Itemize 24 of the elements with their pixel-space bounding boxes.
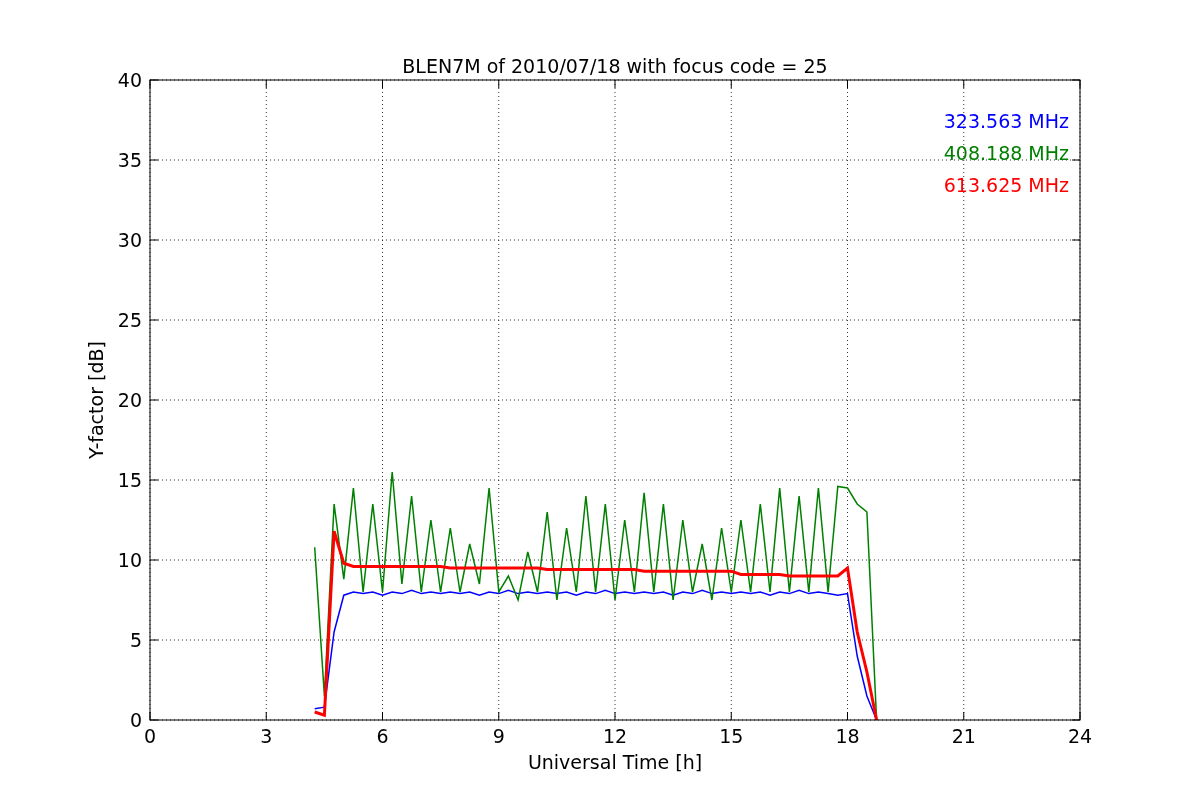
legend-label: 323.563 MHz: [943, 110, 1069, 132]
tick-label: 5: [129, 629, 142, 651]
tick-label: 18: [835, 725, 860, 747]
tick-label: 9: [492, 725, 505, 747]
tick-label: 0: [129, 709, 142, 731]
x-axis-label: Universal Time [h]: [527, 751, 703, 773]
chart-title: BLEN7M of 2010/07/18 with focus code = 25: [402, 55, 828, 77]
legend-label: 613.625 MHz: [943, 174, 1069, 196]
y-axis-label: Y-factor [dB]: [85, 341, 107, 459]
legend-label: 408.188 MHz: [943, 142, 1069, 164]
tick-label: 35: [117, 149, 142, 171]
tick-label: 25: [117, 309, 142, 331]
tick-label: 15: [117, 469, 142, 491]
tick-label: 40: [117, 69, 142, 91]
tick-label: 10: [117, 549, 142, 571]
tick-label: 0: [143, 725, 157, 747]
tick-label: 6: [376, 725, 389, 747]
tick-label: 12: [602, 725, 628, 747]
tick-label: 30: [117, 229, 142, 251]
tick-label: 24: [1067, 725, 1093, 747]
tick-label: 15: [719, 725, 744, 747]
tick-label: 21: [951, 725, 976, 747]
tick-label: 20: [117, 389, 142, 411]
tick-label: 3: [260, 725, 273, 747]
